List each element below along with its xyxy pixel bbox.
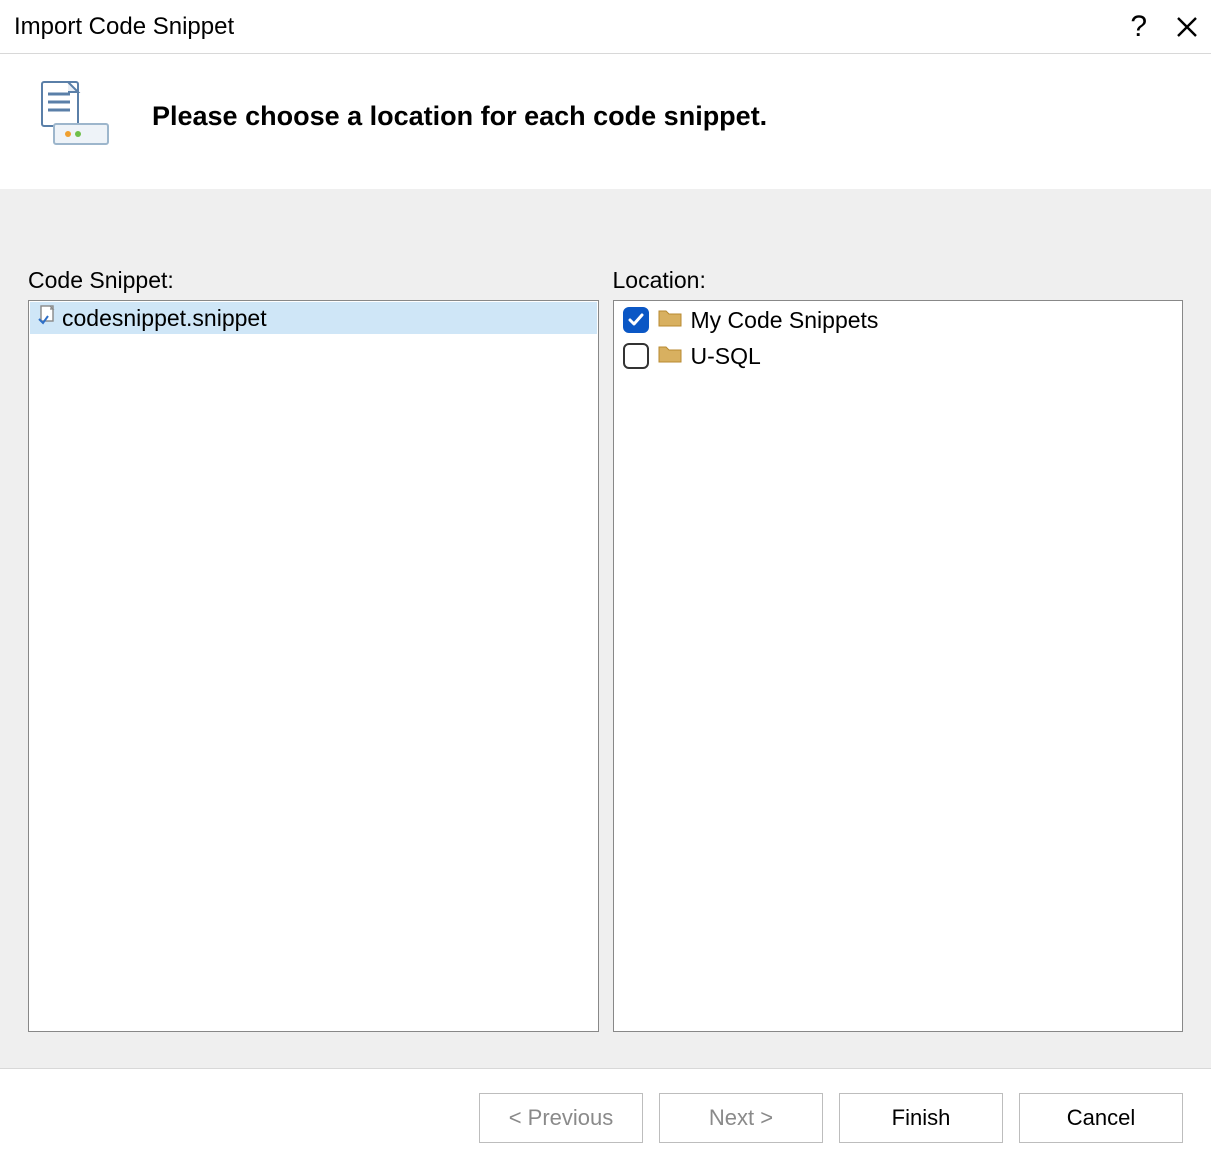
snippet-listbox[interactable]: codesnippet.snippet [28,300,599,1032]
location-item-u-sql[interactable]: U-SQL [615,338,1182,374]
location-panel: Location: My Code Snippets U [613,267,1184,1032]
help-icon[interactable]: ? [1130,12,1147,42]
folder-icon [657,306,683,334]
snippet-item-name: codesnippet.snippet [62,305,267,332]
import-snippet-wizard-icon [24,80,112,153]
wizard-footer: < Previous Next > Finish Cancel [0,1068,1211,1173]
snippet-item[interactable]: codesnippet.snippet [30,302,597,334]
next-button[interactable]: Next > [659,1093,823,1143]
cancel-button[interactable]: Cancel [1019,1093,1183,1143]
previous-button[interactable]: < Previous [479,1093,643,1143]
location-listbox[interactable]: My Code Snippets U-SQL [613,300,1184,1032]
finish-button[interactable]: Finish [839,1093,1003,1143]
window-controls: ? [1130,12,1199,42]
snippet-panel-label: Code Snippet: [28,267,599,294]
location-panel-label: Location: [613,267,1184,294]
folder-icon [657,342,683,370]
titlebar: Import Code Snippet ? [0,0,1211,54]
snippet-panel: Code Snippet: codesnippet.snippet [28,267,599,1032]
dialog-title: Import Code Snippet [14,13,234,41]
location-checkbox[interactable] [623,307,649,333]
wizard-heading: Please choose a location for each code s… [152,101,767,132]
import-code-snippet-dialog: Import Code Snippet ? Please choose [0,0,1211,1173]
snippet-file-icon [36,304,58,332]
wizard-body: Code Snippet: codesnippet.snippet Locati… [0,189,1211,1068]
location-item-my-code-snippets[interactable]: My Code Snippets [615,302,1182,338]
close-icon[interactable] [1175,15,1199,39]
location-item-name: My Code Snippets [691,307,879,334]
location-checkbox[interactable] [623,343,649,369]
location-item-name: U-SQL [691,343,761,370]
wizard-header: Please choose a location for each code s… [0,54,1211,189]
